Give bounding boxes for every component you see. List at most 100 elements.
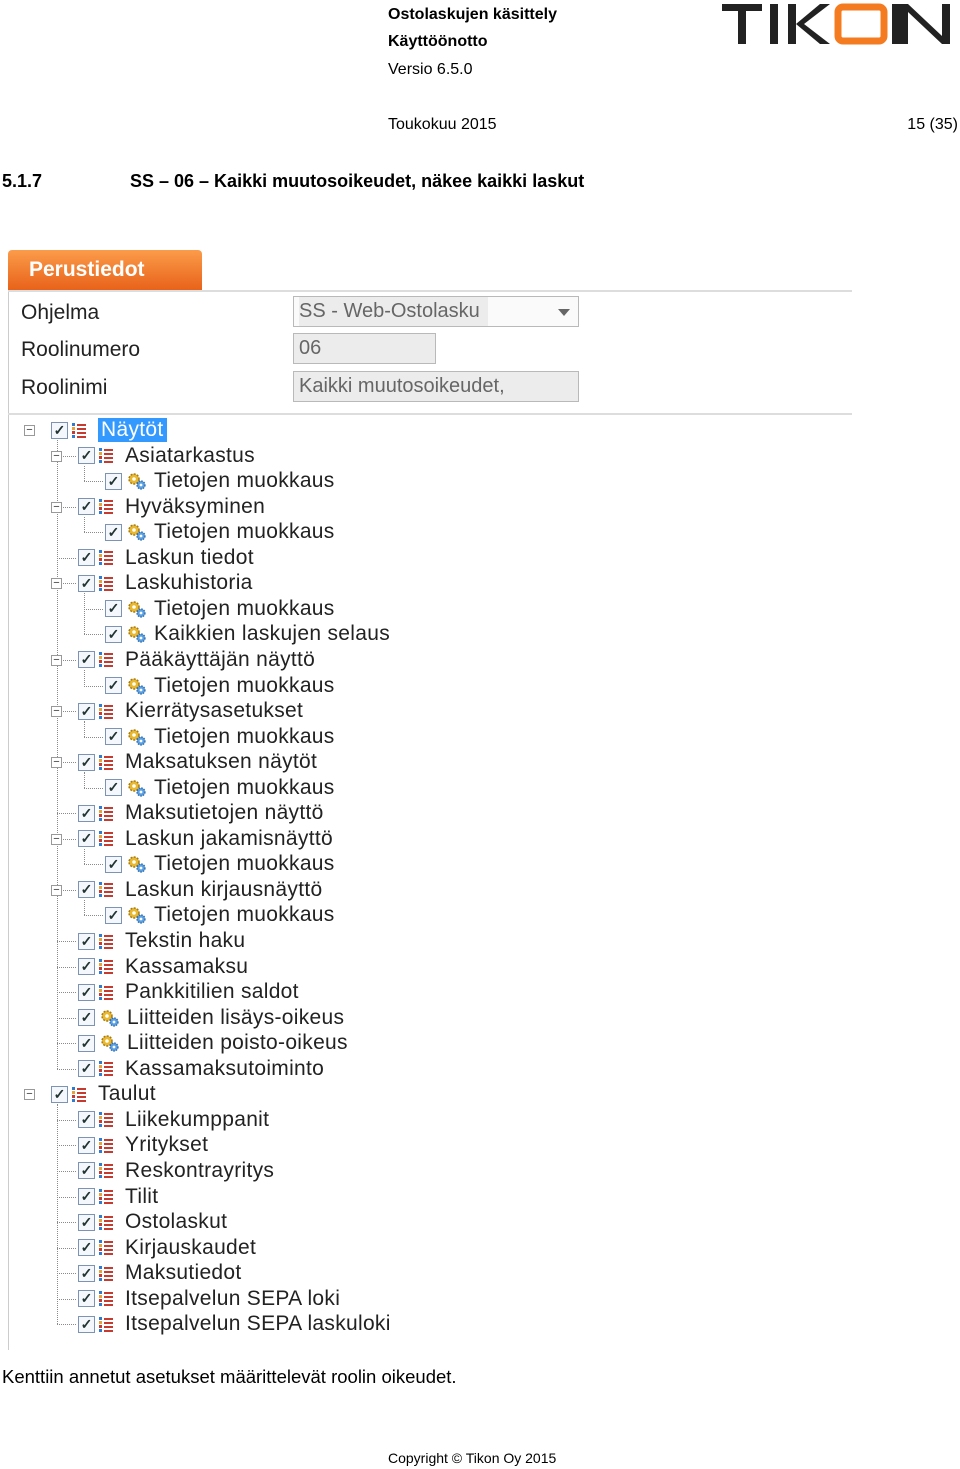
checkbox-checked[interactable]: ✓ [78, 1136, 95, 1154]
role-number-field[interactable]: 06 [293, 333, 436, 364]
tree-item[interactable]: ✓ Näytöt [51, 418, 167, 442]
checkbox-checked[interactable]: ✓ [78, 1060, 95, 1078]
tree-item[interactable]: ✓ Maksatuksen näytöt [78, 750, 317, 774]
checkbox-checked[interactable]: ✓ [51, 421, 68, 439]
tree-item[interactable]: ✓ Kierrätysasetukset [78, 699, 303, 723]
tree-item-label: Tekstin haku [125, 929, 246, 952]
program-select[interactable]: SS - Web-Ostolasku [293, 296, 579, 327]
checkbox-checked[interactable]: ✓ [78, 830, 95, 848]
tree-item-label: Tietojen muokkaus [154, 520, 335, 544]
tree-connector [57, 1017, 76, 1019]
checkbox-checked[interactable]: ✓ [78, 1188, 95, 1205]
tree-item[interactable]: ✓ Ostolaskut [78, 1210, 227, 1234]
checkbox-checked[interactable]: ✓ [78, 1111, 95, 1129]
document-date: Toukokuu 2015 [388, 116, 497, 133]
tree-item[interactable]: ✓ Tekstin haku [78, 929, 245, 953]
tree-icon [99, 1291, 113, 1307]
checkbox-checked[interactable]: ✓ [78, 1213, 95, 1231]
tree-item-label: Maksutiedot [125, 1261, 242, 1285]
checkbox-checked[interactable]: ✓ [105, 523, 122, 541]
checkbox-checked[interactable]: ✓ [78, 1034, 95, 1052]
checkbox-checked[interactable]: ✓ [78, 1239, 95, 1257]
tree-item[interactable]: ✓ Liitteiden poisto-oikeus [78, 1031, 348, 1055]
checkbox-checked[interactable]: ✓ [78, 498, 95, 516]
role-name-field[interactable]: Kaikki muutosoikeudet, [293, 371, 579, 402]
checkbox-checked[interactable]: ✓ [51, 1085, 68, 1103]
tree-item[interactable]: ✓ Laskuhistoria [78, 571, 253, 595]
tree-item[interactable]: ✓ Kassamaksu [78, 955, 248, 979]
section-number: 5.1.7 [2, 171, 43, 191]
collapse-toggle-icon[interactable]: − [51, 884, 62, 896]
tree-item[interactable]: ✓ Kirjauskaudet [78, 1236, 256, 1260]
checkbox-checked[interactable]: ✓ [78, 447, 95, 465]
checkbox-checked[interactable]: ✓ [105, 472, 122, 490]
collapse-toggle-icon[interactable]: − [24, 425, 35, 436]
tree-item[interactable]: ✓ Asiatarkastus [78, 444, 255, 468]
collapse-toggle-icon[interactable]: − [51, 654, 62, 666]
checkbox-checked[interactable]: ✓ [78, 881, 95, 899]
tree-connector [84, 481, 103, 483]
tree-item[interactable]: ✓ Tietojen muokkaus [105, 852, 335, 876]
tree-item[interactable]: ✓ Tilit [78, 1185, 158, 1209]
checkbox-checked[interactable]: ✓ [105, 600, 122, 618]
checkbox-checked[interactable]: ✓ [78, 1315, 95, 1333]
tree-item[interactable]: ✓ Tietojen muokkaus [105, 597, 335, 621]
collapse-toggle-icon[interactable]: − [51, 578, 62, 590]
checkbox-checked[interactable]: ✓ [78, 753, 95, 771]
tree-item[interactable]: ✓ Taulut [51, 1082, 156, 1106]
checkbox-checked[interactable]: ✓ [78, 1009, 95, 1027]
tree-item[interactable]: ✓ Pääkäyttäjän näyttö [78, 648, 315, 672]
tree-item[interactable]: ✓ Tietojen muokkaus [105, 520, 335, 544]
tree-item-label: Tietojen muokkaus [154, 852, 335, 876]
checkbox-checked[interactable]: ✓ [78, 702, 95, 720]
checkbox-checked[interactable]: ✓ [105, 855, 122, 873]
checkbox-checked[interactable]: ✓ [105, 677, 122, 694]
collapse-toggle-icon[interactable]: − [51, 706, 62, 718]
tree-icon [99, 1061, 113, 1077]
checkbox-checked[interactable]: ✓ [105, 625, 122, 643]
checkbox-checked[interactable]: ✓ [78, 1290, 95, 1308]
checkbox-checked[interactable]: ✓ [105, 779, 122, 797]
collapse-toggle-icon[interactable]: − [51, 450, 62, 462]
tree-item[interactable]: ✓ Tietojen muokkaus [105, 674, 335, 698]
tree-item[interactable]: ✓ Tietojen muokkaus [105, 725, 335, 749]
collapse-toggle-icon[interactable]: − [24, 1089, 35, 1101]
collapse-toggle-icon[interactable]: − [51, 501, 62, 513]
checkbox-checked[interactable]: ✓ [78, 932, 95, 950]
tree-item[interactable]: ✓ Kaikkien laskujen selaus [105, 622, 390, 646]
checkbox-checked[interactable]: ✓ [78, 983, 95, 1001]
tree-connector [57, 1170, 76, 1172]
tree-item[interactable]: ✓ Tietojen muokkaus [105, 903, 335, 927]
tree-item[interactable]: ✓ Itsepalvelun SEPA laskuloki [78, 1312, 391, 1336]
checkbox-checked[interactable]: ✓ [105, 728, 122, 746]
tree-item[interactable]: ✓ Tietojen muokkaus [105, 469, 335, 493]
tree-item[interactable]: ✓ Laskun kirjausnäyttö [78, 878, 322, 902]
tree-connector [84, 516, 85, 533]
collapse-toggle-icon[interactable]: − [51, 833, 62, 845]
checkbox-checked[interactable]: ✓ [105, 906, 122, 924]
checkbox-checked[interactable]: ✓ [78, 549, 95, 567]
chevron-down-icon[interactable] [558, 309, 570, 316]
tree-item[interactable]: ✓ Pankkitilien saldot [78, 980, 299, 1004]
tree-item[interactable]: ✓ Maksutietojen näyttö [78, 801, 324, 825]
tree-item[interactable]: ✓ Yritykset [78, 1133, 208, 1157]
checkbox-checked[interactable]: ✓ [78, 651, 95, 669]
checkbox-checked[interactable]: ✓ [78, 574, 95, 592]
checkbox-checked[interactable]: ✓ [78, 958, 95, 976]
document-title: Ostolaskujen käsittely [388, 6, 557, 23]
tree-item[interactable]: ✓ Laskun tiedot [78, 546, 254, 570]
checkbox-checked[interactable]: ✓ [78, 1264, 95, 1282]
checkbox-checked[interactable]: ✓ [78, 1162, 95, 1180]
tree-item[interactable]: ✓ Liitteiden lisäys-oikeus [78, 1006, 344, 1030]
collapse-toggle-icon[interactable]: − [51, 757, 62, 769]
tree-item[interactable]: ✓ Hyväksyminen [78, 495, 265, 519]
tree-item[interactable]: ✓ Maksutiedot [78, 1261, 242, 1285]
tree-item[interactable]: ✓ Reskontrayritys [78, 1159, 274, 1183]
tree-item[interactable]: ✓ Tietojen muokkaus [105, 776, 335, 800]
tree-item[interactable]: ✓ Liikekumppanit [78, 1108, 269, 1132]
tab-perustiedot[interactable]: Perustiedot [8, 250, 202, 290]
tree-item[interactable]: ✓ Kassamaksutoiminto [78, 1057, 324, 1081]
checkbox-checked[interactable]: ✓ [78, 804, 95, 822]
tree-item[interactable]: ✓ Itsepalvelun SEPA loki [78, 1287, 340, 1311]
tree-item[interactable]: ✓ Laskun jakamisnäyttö [78, 827, 333, 851]
